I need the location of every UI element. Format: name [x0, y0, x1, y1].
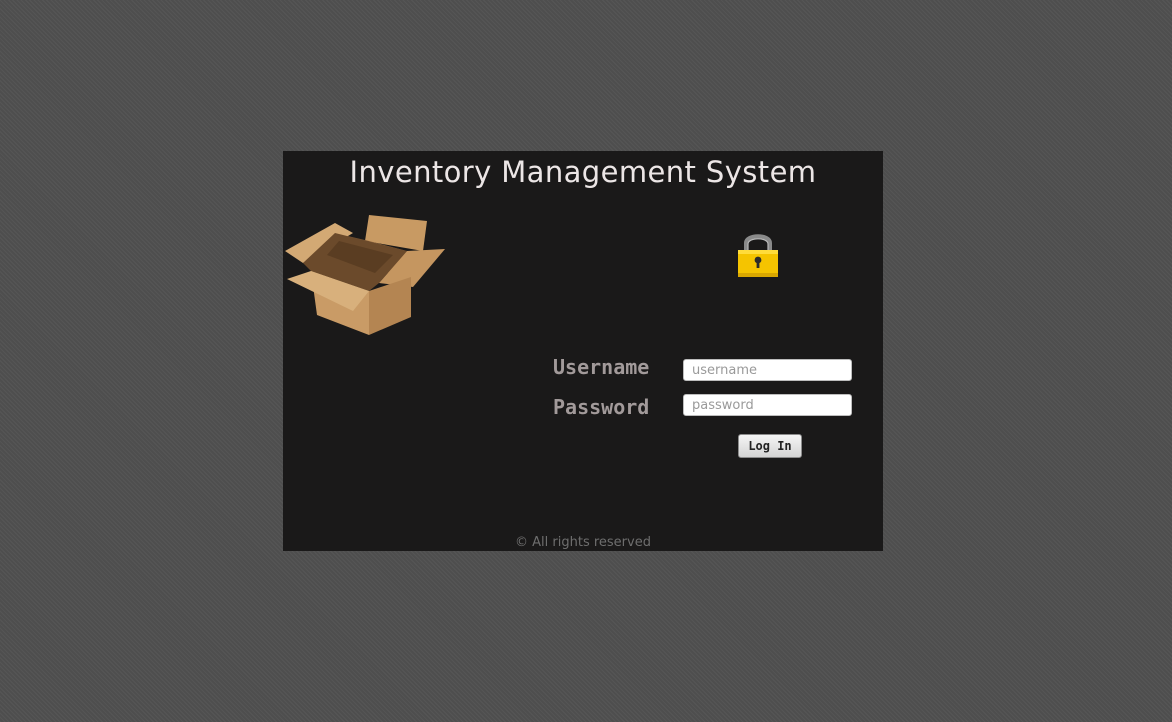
password-input[interactable] [683, 394, 852, 416]
footer-copyright: © All rights reserved [515, 535, 651, 550]
padlock-icon [738, 234, 778, 277]
username-label: Username [553, 355, 650, 379]
page-title: Inventory Management System [349, 155, 817, 189]
password-label: Password [553, 395, 650, 419]
log-in-button[interactable]: Log In [738, 434, 802, 458]
username-input[interactable] [683, 359, 852, 381]
login-panel: Inventory Management System Username Pas… [283, 151, 883, 551]
cardboard-box-image [285, 215, 445, 335]
